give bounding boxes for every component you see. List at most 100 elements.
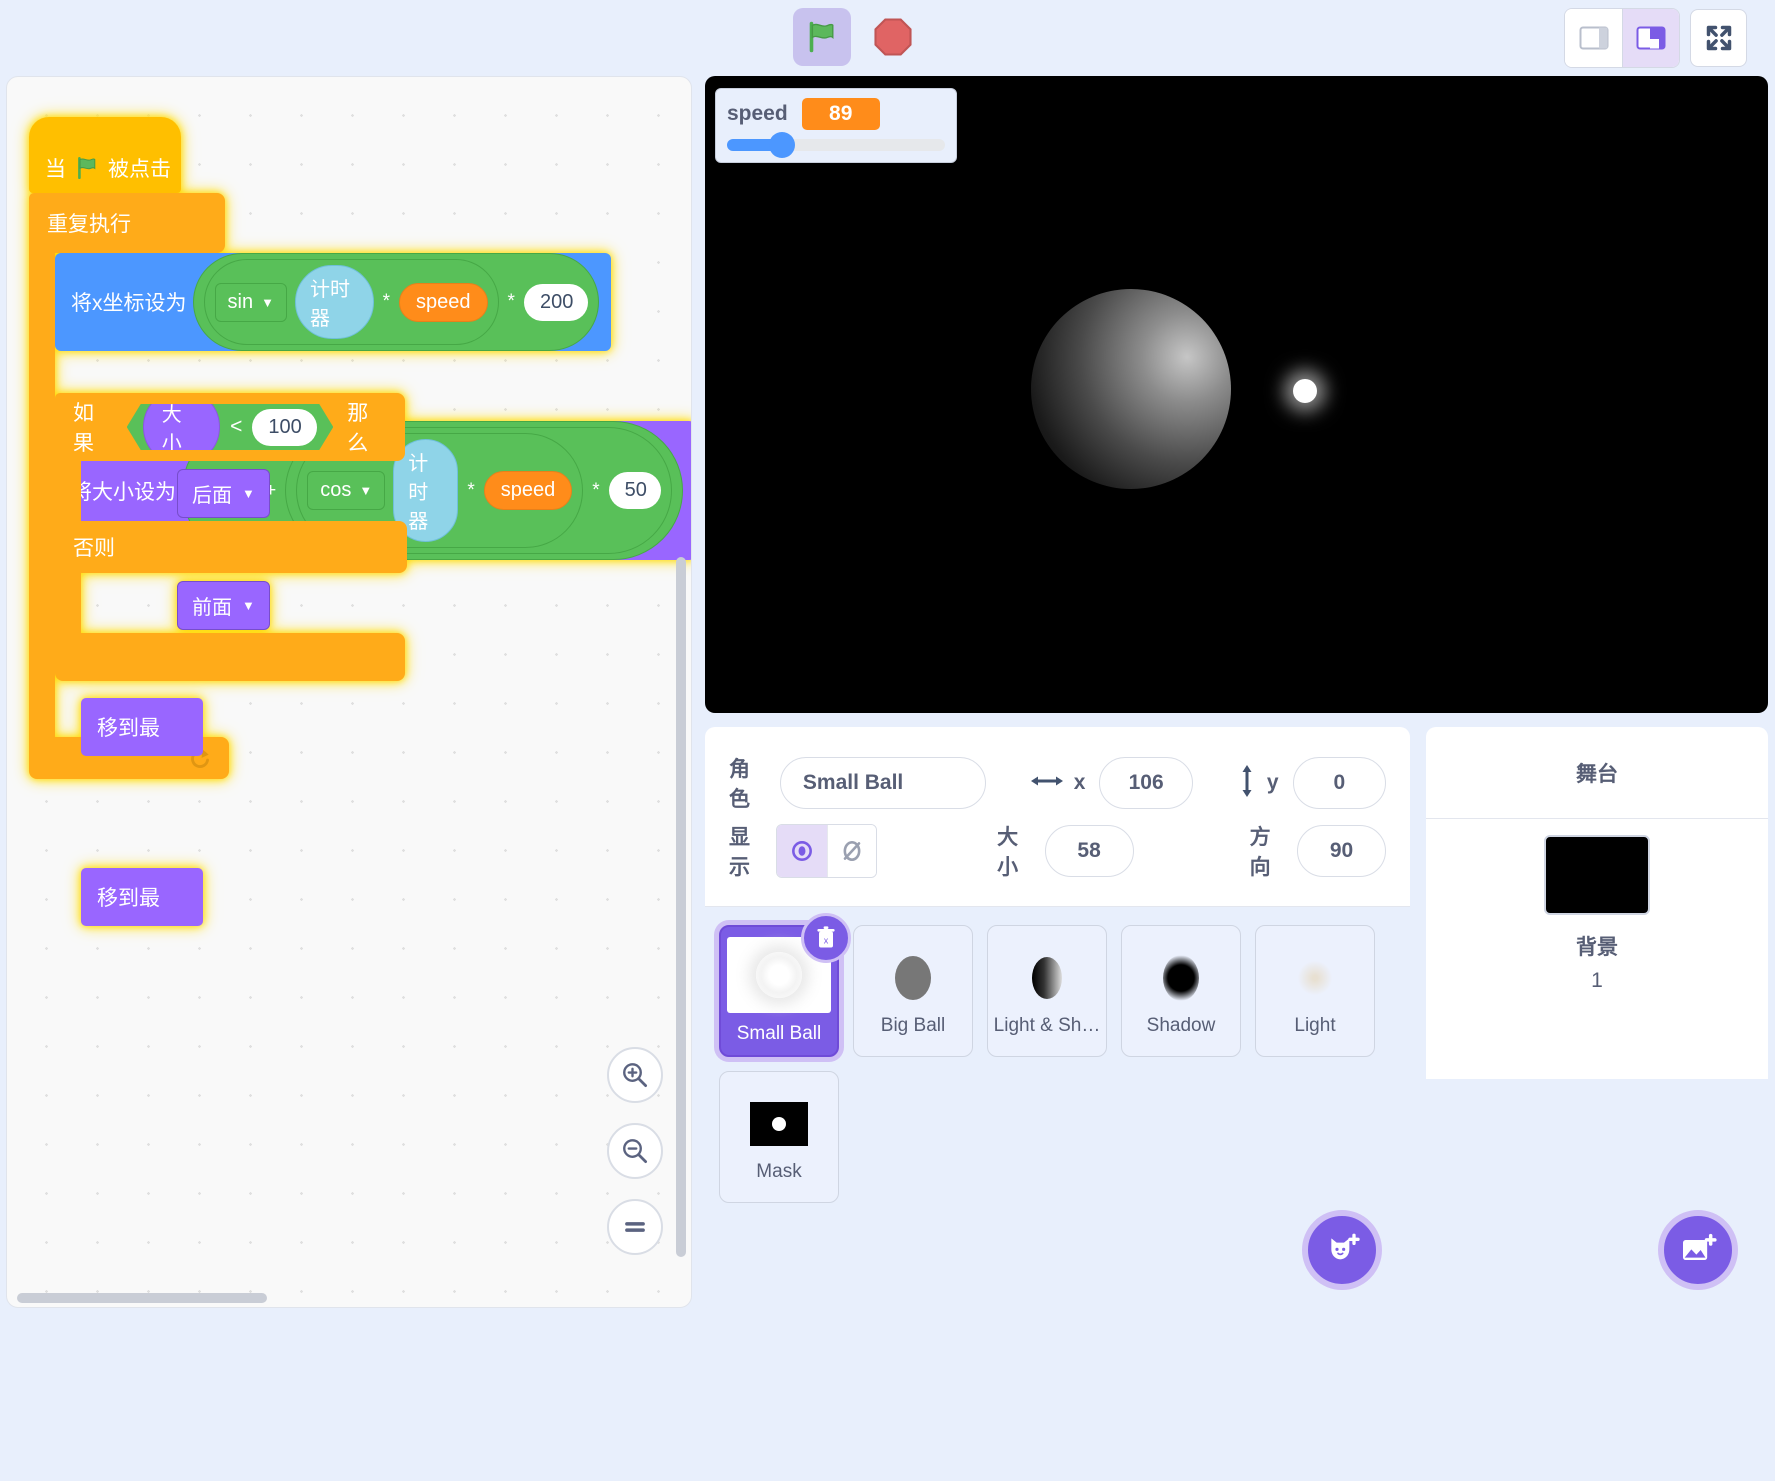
sprite-info-row-1: 角色 Small Ball x 106 y 0 xyxy=(729,749,1386,817)
size-input[interactable]: 58 xyxy=(1044,825,1134,877)
sprite-tile-mask[interactable]: Mask xyxy=(719,1071,839,1203)
svg-text:x: x xyxy=(824,936,829,946)
forever-arm xyxy=(29,253,55,737)
math-op-dropdown-cos[interactable]: cos ▼ xyxy=(307,471,386,510)
multiply-symbol-outer-2: * xyxy=(592,479,600,501)
sprite-tile-shadow[interactable]: Shadow xyxy=(1121,925,1241,1057)
chevron-down-icon: ▼ xyxy=(261,294,274,310)
stage-panel-body[interactable]: 背景 1 xyxy=(1426,819,1768,1079)
sprite-tile-label: Light & Sh… xyxy=(993,1015,1101,1036)
script-stack[interactable]: 当 被点击 重复执行 将x坐标设为 sin ▼ 计时器 * speed * 20… xyxy=(29,117,691,926)
forever-label: 重复执行 xyxy=(47,213,131,236)
operator-multiply-outer[interactable]: sin ▼ 计时器 * speed * 200 xyxy=(192,253,599,351)
sprite-thumbnail xyxy=(1004,945,1090,1011)
small-stage-button[interactable] xyxy=(1565,9,1622,67)
size-amount-input[interactable]: 50 xyxy=(608,472,661,509)
fullscreen-button[interactable] xyxy=(1690,9,1747,67)
sprite-tile-small-ball[interactable]: Small Ball x xyxy=(719,913,851,1057)
sprite-info-row-2: 显示 大小 58 方向 90 xyxy=(729,817,1386,885)
sprite-tile-label: Small Ball xyxy=(736,1023,822,1044)
size-reporter[interactable]: 大小 xyxy=(143,389,220,465)
layer-dropdown-front[interactable]: 前面 ▼ xyxy=(177,581,270,630)
sprite-tile-label: Mask xyxy=(756,1161,802,1182)
block-else-bar[interactable]: 否则 xyxy=(55,521,407,573)
equals-icon xyxy=(625,1222,645,1232)
x-position-input[interactable]: 106 xyxy=(1099,757,1193,809)
sprite-name-input[interactable]: Small Ball xyxy=(779,757,986,809)
x-label: x xyxy=(1073,771,1086,794)
variable-monitor-speed[interactable]: speed 89 xyxy=(715,88,957,163)
direction-value: 90 xyxy=(1329,839,1354,862)
zoom-out-button[interactable] xyxy=(607,1123,663,1179)
vertical-arrow-icon xyxy=(1237,764,1257,803)
sprite-tile-label: Light xyxy=(1294,1015,1336,1036)
sprite-thumbnail xyxy=(870,945,956,1011)
sprite-name-value: Small Ball xyxy=(802,771,904,794)
top-toolbar xyxy=(0,0,1775,78)
x-amount-input[interactable]: 200 xyxy=(523,283,588,321)
zoom-out-icon xyxy=(623,1139,647,1163)
add-backdrop-button[interactable] xyxy=(1658,1210,1738,1290)
operator-multiply-inner[interactable]: sin ▼ 计时器 * speed xyxy=(203,259,499,345)
sprite-thumbnail xyxy=(1138,945,1224,1011)
y-position-input[interactable]: 0 xyxy=(1292,757,1386,809)
math-op-dropdown-sin[interactable]: sin ▼ xyxy=(214,282,287,322)
show-sprite-button[interactable] xyxy=(777,825,827,877)
sprite-tile-label: Big Ball xyxy=(880,1015,946,1036)
if-branch-arm xyxy=(55,461,81,521)
large-stage-button[interactable] xyxy=(1622,9,1679,67)
zoom-reset-button[interactable] xyxy=(607,1199,663,1255)
if-else-foot xyxy=(55,633,405,681)
operator-less-than[interactable]: 大小 < 100 xyxy=(127,404,334,450)
size-value: 58 xyxy=(1077,839,1101,862)
zoom-in-icon xyxy=(623,1063,647,1087)
block-when-flag-clicked[interactable]: 当 被点击 xyxy=(29,117,181,193)
block-set-x-to[interactable]: 将x坐标设为 sin ▼ 计时器 * speed * 200 xyxy=(55,253,611,351)
workspace-hscrollbar[interactable] xyxy=(17,1293,267,1303)
stage[interactable]: speed 89 xyxy=(705,76,1768,713)
cos-label: cos xyxy=(320,479,352,501)
stop-button[interactable] xyxy=(867,11,919,63)
show-label: 显示 xyxy=(729,826,750,879)
block-go-to-back-layer[interactable]: 移到最 xyxy=(81,698,203,756)
zoom-in-button[interactable] xyxy=(607,1047,663,1103)
block-go-to-front-layer[interactable]: 移到最 xyxy=(81,868,203,926)
sprite-panel: 角色 Small Ball x 106 y 0 显示 大小 58 方向 90 S… xyxy=(705,727,1410,1312)
monitor-slider[interactable] xyxy=(727,132,945,158)
code-workspace[interactable]: 当 被点击 重复执行 将x坐标设为 sin ▼ 计时器 * speed * 20… xyxy=(6,76,692,1308)
stage-thumbnail[interactable] xyxy=(1544,835,1650,915)
stage-selector-panel: 舞台 背景 1 xyxy=(1426,727,1768,1312)
large-stage-icon xyxy=(1636,26,1666,50)
add-sprite-button[interactable] xyxy=(1302,1210,1382,1290)
threshold-input[interactable]: 100 xyxy=(252,409,317,446)
hide-sprite-button[interactable] xyxy=(826,825,877,877)
direction-input[interactable]: 90 xyxy=(1297,825,1386,877)
set-x-label: 将x坐标设为 xyxy=(71,292,187,315)
horizontal-arrow-icon xyxy=(1030,771,1064,796)
sprite-thumbnail xyxy=(1272,945,1358,1011)
front-label: 前面 xyxy=(192,597,232,619)
layer-dropdown-back[interactable]: 后面 ▼ xyxy=(177,469,270,518)
block-forever[interactable]: 重复执行 xyxy=(29,193,225,253)
green-flag-button[interactable] xyxy=(793,8,851,66)
run-controls xyxy=(793,8,919,66)
block-if-else-head[interactable]: 如果 大小 < 100 那么 xyxy=(55,393,405,461)
sprite-tile-light-shadow[interactable]: Light & Sh… xyxy=(987,925,1107,1057)
layout-controls xyxy=(1564,8,1747,68)
sprite-tile-big-ball[interactable]: Big Ball xyxy=(853,925,973,1057)
delete-sprite-button[interactable]: x xyxy=(801,913,851,963)
else-branch-arm xyxy=(55,573,81,633)
workspace-vscrollbar[interactable] xyxy=(676,557,686,1257)
sprite-tile-light[interactable]: Light xyxy=(1255,925,1375,1057)
timer-reporter[interactable]: 计时器 xyxy=(294,265,374,339)
trash-icon: x xyxy=(817,926,835,948)
slider-knob[interactable] xyxy=(768,132,795,158)
y-value: 0 xyxy=(1333,771,1346,794)
sprite-thumbnail xyxy=(736,1091,822,1157)
speed-variable[interactable]: speed xyxy=(399,282,488,322)
stage-sprite-small-ball xyxy=(1293,379,1317,403)
chevron-down-icon: ▼ xyxy=(242,486,255,501)
back-label: 后面 xyxy=(192,485,232,507)
add-sprite-icon xyxy=(1331,1233,1360,1260)
speed-variable-2[interactable]: speed xyxy=(483,471,573,510)
